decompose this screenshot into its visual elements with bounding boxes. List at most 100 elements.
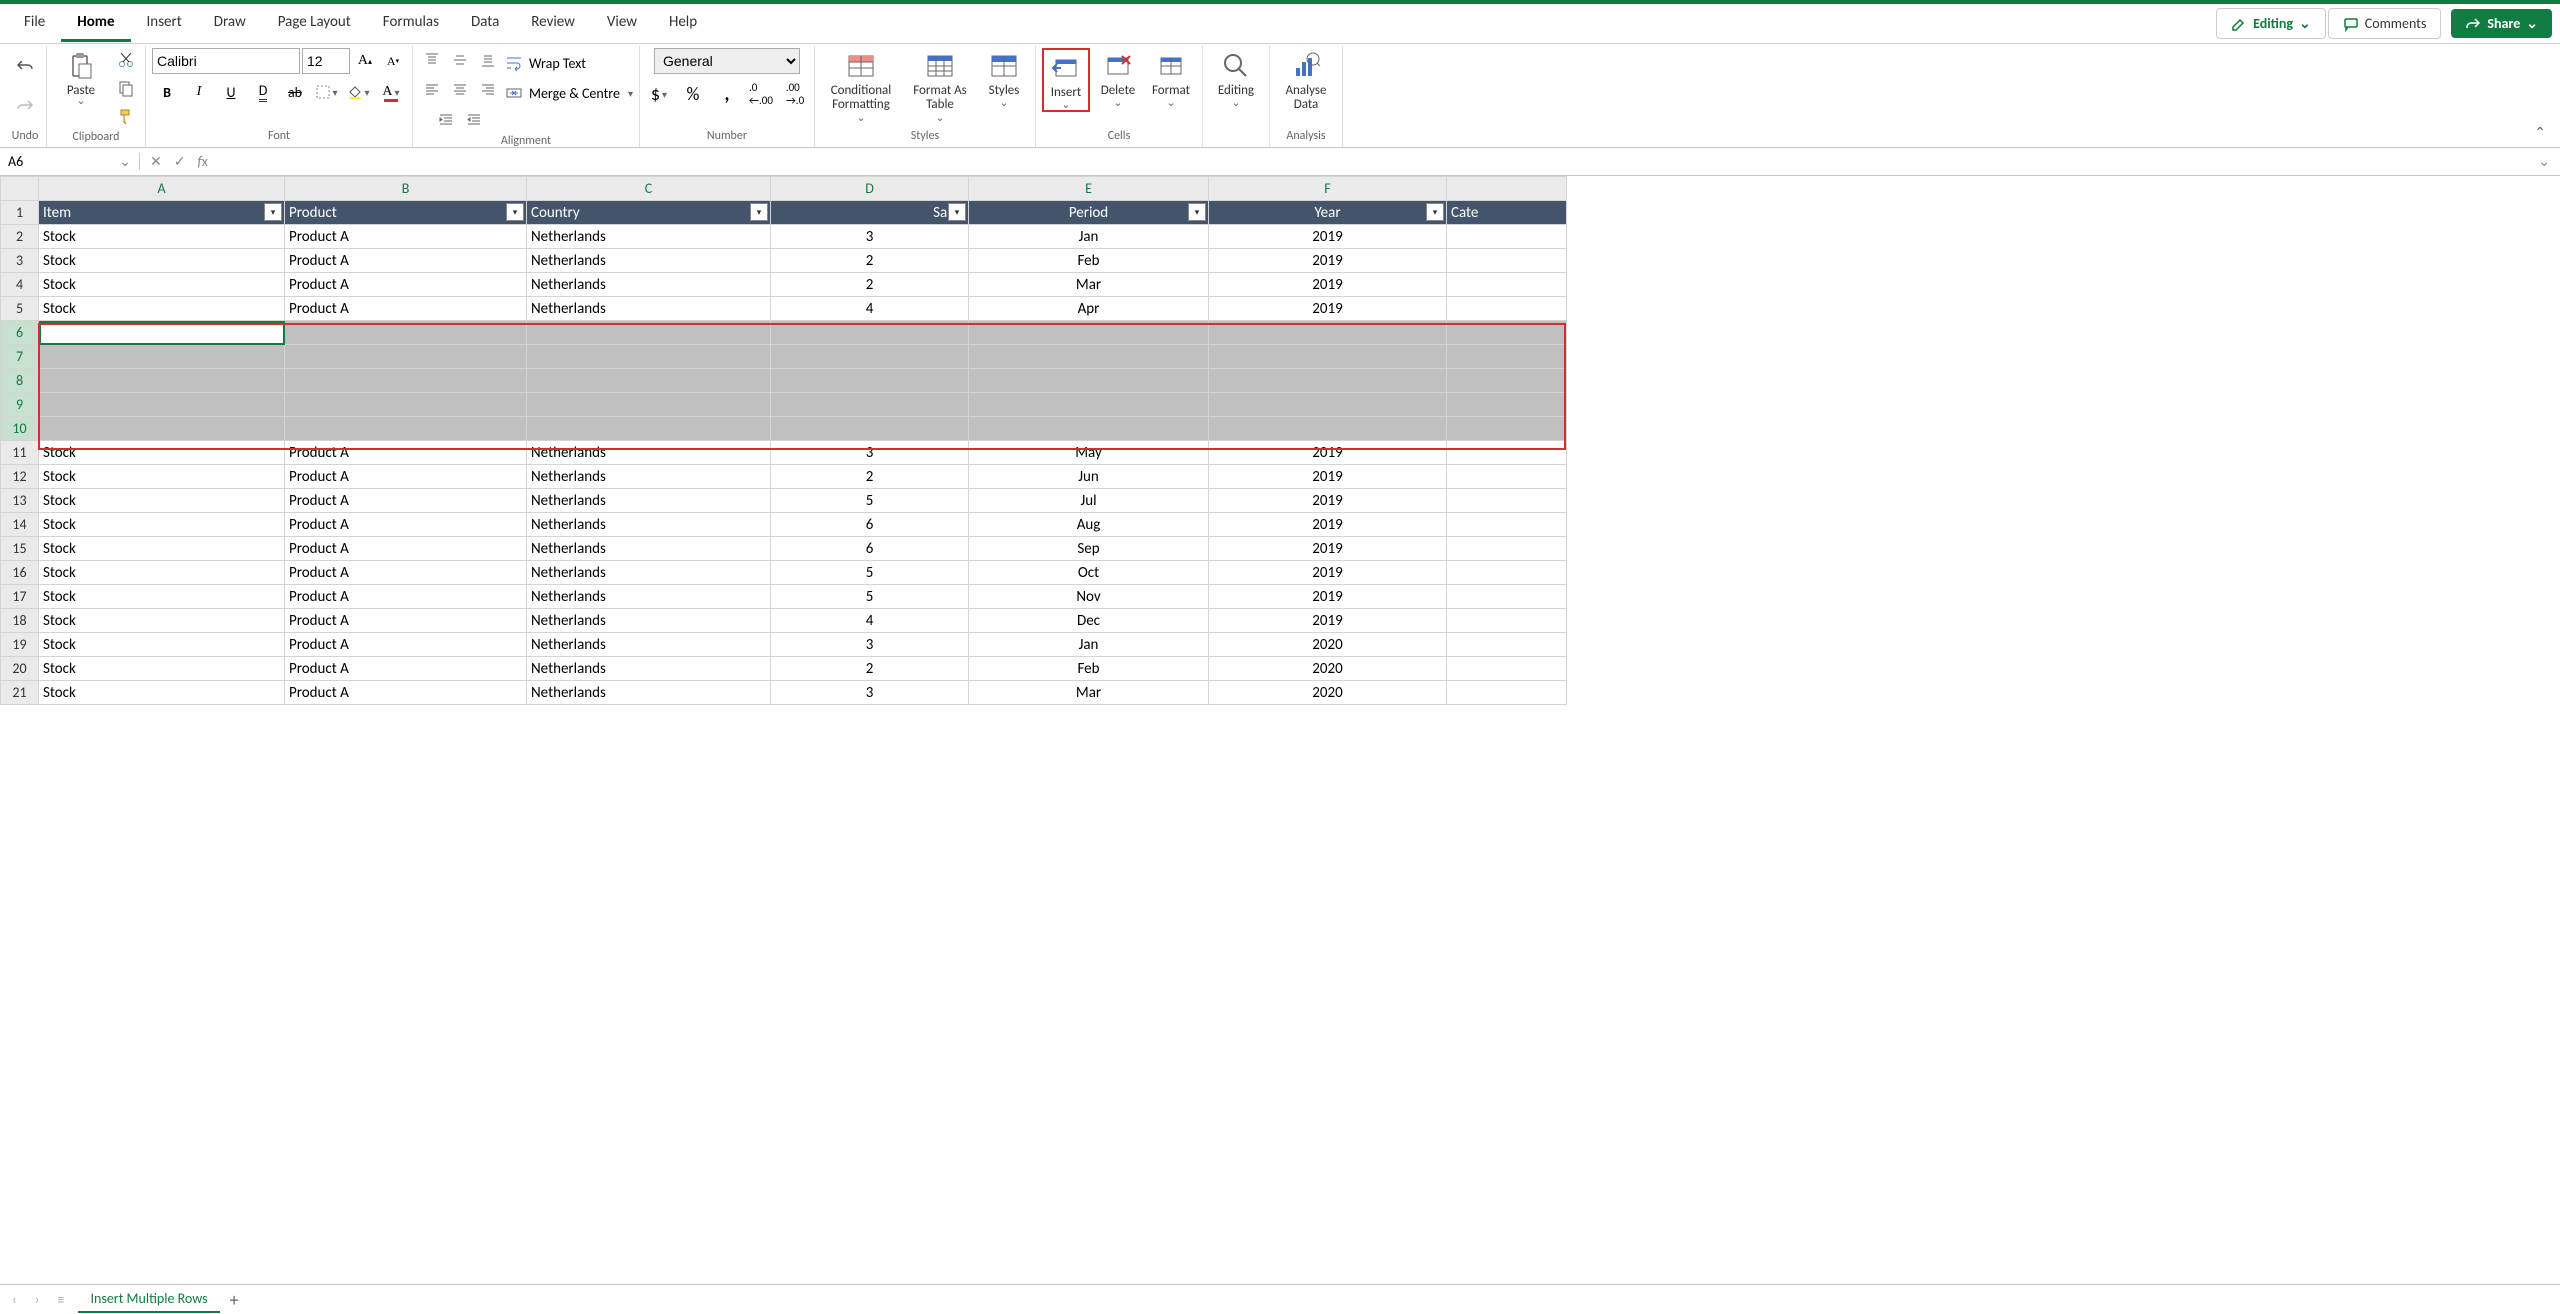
- comma-button[interactable]: ,: [714, 82, 740, 106]
- cell[interactable]: Netherlands: [527, 297, 771, 321]
- cell[interactable]: 2019: [1209, 489, 1447, 513]
- cell[interactable]: Stock: [39, 513, 285, 537]
- table-header-cell[interactable]: Period▾: [969, 201, 1209, 225]
- cell[interactable]: [285, 345, 527, 369]
- cell[interactable]: 2019: [1209, 225, 1447, 249]
- cell[interactable]: Stock: [39, 489, 285, 513]
- cell[interactable]: Netherlands: [527, 441, 771, 465]
- cell[interactable]: 3: [771, 441, 969, 465]
- column-header[interactable]: B: [285, 177, 527, 201]
- cell[interactable]: Dec: [969, 609, 1209, 633]
- prev-sheet-button[interactable]: ‹: [8, 1291, 21, 1308]
- cell[interactable]: [527, 417, 771, 441]
- cell[interactable]: Apr: [969, 297, 1209, 321]
- increase-indent-button[interactable]: [461, 108, 487, 132]
- fill-color-button[interactable]: [346, 80, 372, 104]
- cell[interactable]: [1447, 297, 1567, 321]
- decrease-indent-button[interactable]: [433, 108, 459, 132]
- row-header[interactable]: 3: [1, 249, 39, 273]
- filter-button[interactable]: ▾: [1188, 203, 1206, 221]
- row-header[interactable]: 9: [1, 393, 39, 417]
- cell[interactable]: Stock: [39, 537, 285, 561]
- increase-font-button[interactable]: A▴: [352, 49, 378, 73]
- menubar-item-home[interactable]: Home: [61, 5, 130, 42]
- cell[interactable]: Product A: [285, 585, 527, 609]
- cell[interactable]: [1447, 489, 1567, 513]
- cell[interactable]: [1447, 561, 1567, 585]
- cell[interactable]: [771, 321, 969, 345]
- cell[interactable]: [1447, 585, 1567, 609]
- cell[interactable]: [771, 369, 969, 393]
- currency-button[interactable]: $: [646, 82, 672, 106]
- cell[interactable]: 2: [771, 273, 969, 297]
- cell[interactable]: 5: [771, 585, 969, 609]
- cell[interactable]: Netherlands: [527, 465, 771, 489]
- cell[interactable]: Product A: [285, 609, 527, 633]
- row-header[interactable]: 15: [1, 537, 39, 561]
- spreadsheet-grid[interactable]: ABCDEF1Item▾Product▾Country▾Sales▾Period…: [0, 176, 1567, 705]
- number-format-select[interactable]: General: [654, 48, 800, 74]
- row-header[interactable]: 18: [1, 609, 39, 633]
- table-header-cell[interactable]: Cate: [1447, 201, 1567, 225]
- cell[interactable]: [969, 321, 1209, 345]
- cell[interactable]: Netherlands: [527, 225, 771, 249]
- cell[interactable]: [39, 393, 285, 417]
- cell[interactable]: 4: [771, 297, 969, 321]
- row-header[interactable]: 13: [1, 489, 39, 513]
- table-header-cell[interactable]: Sales▾: [771, 201, 969, 225]
- row-header[interactable]: 6: [1, 321, 39, 345]
- cell[interactable]: Netherlands: [527, 585, 771, 609]
- cell[interactable]: Feb: [969, 657, 1209, 681]
- menubar-item-insert[interactable]: Insert: [131, 5, 198, 42]
- cell[interactable]: 2: [771, 249, 969, 273]
- cell[interactable]: [1447, 537, 1567, 561]
- cell[interactable]: 3: [771, 633, 969, 657]
- cell[interactable]: May: [969, 441, 1209, 465]
- cell[interactable]: [1447, 681, 1567, 705]
- row-header[interactable]: 11: [1, 441, 39, 465]
- column-header[interactable]: A: [39, 177, 285, 201]
- cell[interactable]: Product A: [285, 249, 527, 273]
- table-header-cell[interactable]: Country▾: [527, 201, 771, 225]
- cell[interactable]: [527, 321, 771, 345]
- align-right-button[interactable]: [475, 78, 501, 102]
- cell[interactable]: Mar: [969, 273, 1209, 297]
- column-header[interactable]: [1447, 177, 1567, 201]
- cell[interactable]: [771, 393, 969, 417]
- cell[interactable]: [1209, 393, 1447, 417]
- row-header[interactable]: 16: [1, 561, 39, 585]
- italic-button[interactable]: I: [186, 80, 212, 104]
- cell[interactable]: [969, 417, 1209, 441]
- cell[interactable]: 2019: [1209, 585, 1447, 609]
- cell[interactable]: Netherlands: [527, 249, 771, 273]
- table-header-cell[interactable]: Year▾: [1209, 201, 1447, 225]
- percent-button[interactable]: %: [680, 82, 706, 106]
- menubar-item-data[interactable]: Data: [455, 5, 515, 42]
- cell[interactable]: [39, 321, 285, 345]
- cell[interactable]: Stock: [39, 225, 285, 249]
- strikethrough-button[interactable]: ab: [282, 80, 308, 104]
- expand-formula-bar-button[interactable]: ⌄: [2528, 153, 2560, 170]
- menubar-item-help[interactable]: Help: [653, 5, 713, 42]
- cell[interactable]: 2020: [1209, 681, 1447, 705]
- cell[interactable]: 4: [771, 609, 969, 633]
- editing-mode-button[interactable]: Editing ⌄: [2216, 8, 2326, 39]
- cell[interactable]: Product A: [285, 561, 527, 585]
- align-bottom-button[interactable]: [475, 48, 501, 72]
- column-header[interactable]: C: [527, 177, 771, 201]
- format-as-table-button[interactable]: Format As Table: [905, 48, 975, 122]
- cell[interactable]: 2019: [1209, 441, 1447, 465]
- increase-decimal-button[interactable]: .0←.00: [748, 82, 774, 106]
- cell[interactable]: 2019: [1209, 297, 1447, 321]
- table-header-cell[interactable]: Product▾: [285, 201, 527, 225]
- align-left-button[interactable]: [419, 78, 445, 102]
- cell[interactable]: Product A: [285, 297, 527, 321]
- cell[interactable]: Stock: [39, 633, 285, 657]
- cell[interactable]: Netherlands: [527, 681, 771, 705]
- cell[interactable]: 3: [771, 681, 969, 705]
- align-center-button[interactable]: [447, 78, 473, 102]
- cell[interactable]: [1209, 417, 1447, 441]
- cell[interactable]: [969, 345, 1209, 369]
- cell[interactable]: Stock: [39, 657, 285, 681]
- cell[interactable]: [1447, 465, 1567, 489]
